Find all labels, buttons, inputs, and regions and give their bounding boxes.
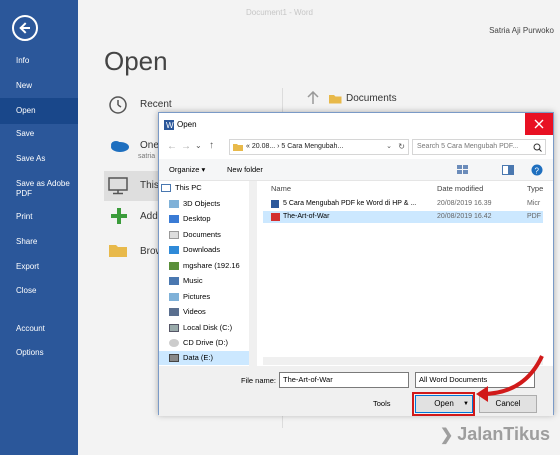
sidebar-item-open[interactable]: Open xyxy=(0,98,78,124)
organize-button[interactable]: Organize ▾ xyxy=(169,159,205,181)
preview-pane-icon[interactable] xyxy=(502,165,514,175)
tree-item-documents[interactable]: Documents xyxy=(169,230,221,240)
pc-icon xyxy=(108,177,128,195)
address-bar[interactable]: « 20.08... › 5 Cara Mengubah... ⌄ ↻ xyxy=(229,139,409,155)
sidebar-item-share[interactable]: Share xyxy=(0,237,78,247)
tree-item-this-pc[interactable]: This PC xyxy=(161,183,202,193)
jalantikus-logo-icon: ❯ xyxy=(439,427,454,444)
user-name[interactable]: Satria Aji Purwoko xyxy=(489,26,554,35)
tree-item-local-disk-c[interactable]: Local Disk (C:) xyxy=(169,323,232,333)
column-header-type[interactable]: Type xyxy=(527,181,543,197)
sidebar-item-print[interactable]: Print xyxy=(0,212,78,222)
back-arrow-icon[interactable] xyxy=(12,15,38,41)
location-this-pc: This xyxy=(140,180,159,191)
nav-scrollbar[interactable] xyxy=(249,181,257,366)
open-button-highlight xyxy=(412,392,475,416)
sidebar-item-account[interactable]: Account xyxy=(0,324,78,334)
sidebar-item-info[interactable]: Info xyxy=(0,56,78,66)
annotation-arrow xyxy=(476,355,544,402)
sidebar-item-save-as-adobe-pdf[interactable]: Save as Adobe PDF xyxy=(0,179,70,199)
dialog-close-button[interactable] xyxy=(525,113,553,135)
sidebar-item-options[interactable]: Options xyxy=(0,348,78,358)
network-icon xyxy=(169,262,179,271)
onedrive-icon xyxy=(111,141,129,152)
refresh-icon[interactable]: ↻ xyxy=(398,140,405,154)
disk-icon xyxy=(169,324,179,333)
tree-item-cd-drive-d[interactable]: CD Drive (D:) xyxy=(169,338,228,348)
clock-icon xyxy=(109,96,127,114)
sidebar-item-new[interactable]: New xyxy=(0,81,78,91)
tree-item-pictures[interactable]: Pictures xyxy=(169,292,210,302)
dialog-toolbar: Organize ▾ New folder ? xyxy=(159,159,553,181)
desktop-icon xyxy=(169,215,179,224)
tree-item-data-e[interactable]: Data (E:) xyxy=(169,353,213,363)
tree-item-music[interactable]: Music xyxy=(169,276,203,286)
file-name-input[interactable]: The-Art-of-War xyxy=(279,372,409,388)
up-arrow-icon[interactable] xyxy=(306,91,320,105)
file-row[interactable]: 5 Cara Mengubah PDF ke Word di HP & ... … xyxy=(263,198,543,210)
search-icon xyxy=(533,143,542,152)
file-list: Name Date modified Type 5 Cara Mengubah … xyxy=(263,181,543,366)
location-onedrive-account: satria xyxy=(138,153,156,160)
documents-breadcrumb[interactable]: Documents xyxy=(346,93,397,104)
pictures-icon xyxy=(169,293,179,302)
app-title: Document1 - Word xyxy=(246,8,313,17)
disk-icon xyxy=(169,354,179,363)
help-icon[interactable]: ? xyxy=(531,164,543,176)
back-arrow-icon[interactable]: ← xyxy=(167,141,177,152)
download-icon xyxy=(169,246,179,255)
column-header-date[interactable]: Date modified xyxy=(437,181,483,197)
up-arrow-icon[interactable]: ↑ xyxy=(209,140,214,151)
music-icon xyxy=(169,277,179,286)
tree-item-downloads[interactable]: Downloads xyxy=(169,245,220,255)
chevron-down-icon[interactable]: ⌄ xyxy=(386,140,392,154)
file-name-label: File name: xyxy=(241,376,277,385)
address-row: ← → ⌄ ↑ « 20.08... › 5 Cara Mengubah... … xyxy=(159,137,553,159)
tree-item-mgshare[interactable]: mgshare (192.16 xyxy=(169,261,240,271)
folder-icon xyxy=(233,144,243,151)
tree-item-videos[interactable]: Videos xyxy=(169,307,206,317)
search-placeholder: Search 5 Cara Mengubah PDF... xyxy=(417,143,519,150)
document-icon xyxy=(169,231,179,240)
search-input[interactable]: Search 5 Cara Mengubah PDF... xyxy=(412,139,546,155)
watermark-logo: ❯ JalanTikus xyxy=(439,424,550,444)
page-title: Open xyxy=(104,46,168,76)
tree-item-3d-objects[interactable]: 3D Objects xyxy=(169,199,220,209)
sidebar-item-export[interactable]: Export xyxy=(0,262,78,272)
dialog-title: Open xyxy=(177,120,197,129)
folder-icon xyxy=(109,245,127,257)
sidebar-item-save[interactable]: Save xyxy=(0,129,78,139)
new-folder-button[interactable]: New folder xyxy=(227,159,263,181)
pc-icon xyxy=(161,184,171,193)
sidebar-item-close[interactable]: Close xyxy=(0,286,78,296)
navigation-pane: This PC 3D Objects Desktop Documents Dow… xyxy=(159,181,257,366)
video-icon xyxy=(169,308,179,317)
column-header-name[interactable]: Name xyxy=(271,181,291,197)
location-onedrive[interactable]: One xyxy=(140,140,159,151)
tree-item-desktop[interactable]: Desktop xyxy=(169,214,211,224)
view-options-icon[interactable] xyxy=(457,165,469,175)
close-icon xyxy=(534,119,544,129)
forward-arrow-icon[interactable]: → xyxy=(181,141,191,152)
pdf-file-icon xyxy=(271,213,280,221)
location-recent[interactable]: Recent xyxy=(140,99,172,110)
tools-menu[interactable]: Tools xyxy=(373,399,391,408)
sidebar-item-save-as[interactable]: Save As xyxy=(0,154,78,164)
word-file-icon xyxy=(271,200,279,208)
chevron-down-icon[interactable]: ⌄ xyxy=(195,141,202,150)
file-row-selected[interactable]: The-Art-of-War 20/08/2019 16.42 PDF xyxy=(263,211,543,223)
backstage-sidebar: Info New Open Save Save As Save as Adobe… xyxy=(0,0,78,455)
cd-icon xyxy=(169,339,179,348)
folder-icon xyxy=(329,95,342,104)
location-add-place[interactable]: Add xyxy=(140,211,158,222)
address-path: « 20.08... › 5 Cara Mengubah... xyxy=(246,143,344,150)
cube-icon xyxy=(169,200,179,209)
svg-text:?: ? xyxy=(535,167,540,176)
plus-icon xyxy=(111,208,127,224)
